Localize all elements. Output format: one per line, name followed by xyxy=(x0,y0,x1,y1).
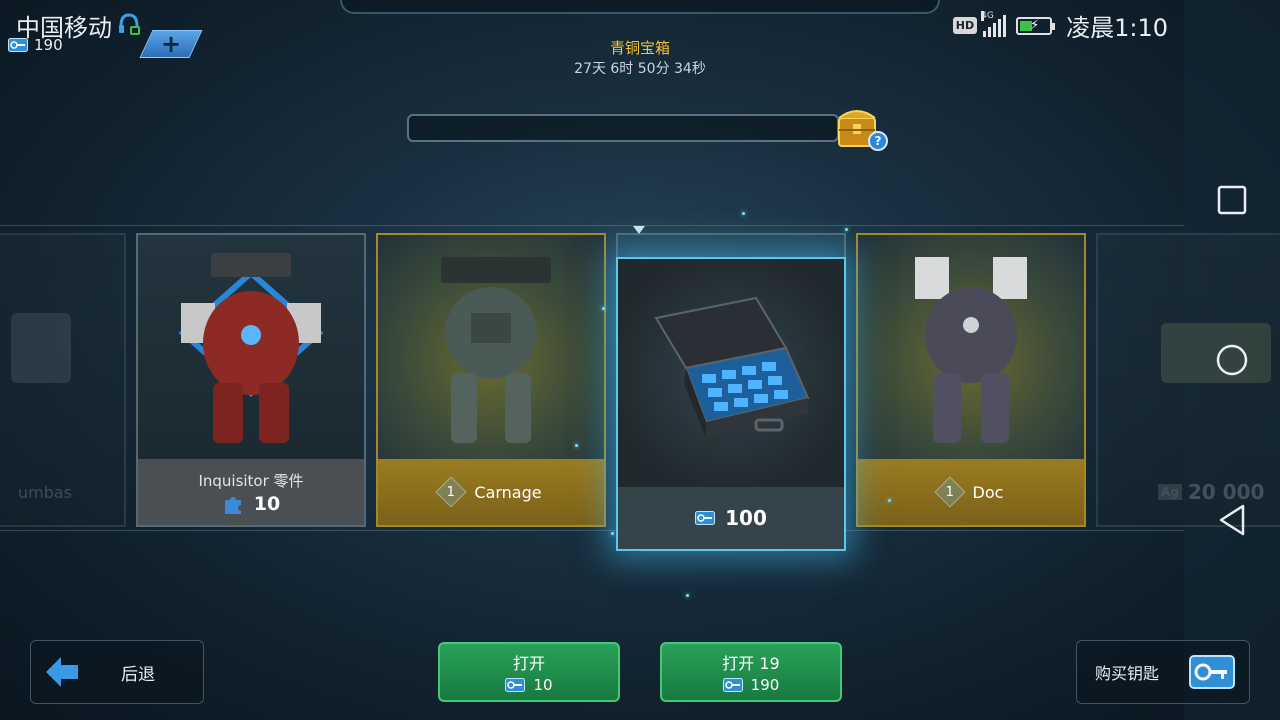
open-multi-cost: 190 xyxy=(722,676,780,694)
back-nav-icon[interactable] xyxy=(1212,500,1252,540)
sparkle xyxy=(686,594,689,597)
carousel-card-carnage[interactable]: 1 Carnage xyxy=(376,233,606,527)
key-icon xyxy=(695,511,716,525)
diamond-level-icon: 1 xyxy=(933,476,966,508)
network-type: 4G xyxy=(981,10,994,21)
card-label: Doc xyxy=(972,482,1004,502)
open-multi-cost-value: 190 xyxy=(750,676,780,694)
sparkle xyxy=(742,212,745,215)
back-button[interactable]: 后退 xyxy=(30,640,204,704)
card-footer: 1 Doc xyxy=(858,459,1084,525)
sparkle xyxy=(888,499,891,502)
home-icon[interactable] xyxy=(1212,340,1252,380)
buy-keys-button[interactable]: 购买钥匙 xyxy=(1076,640,1250,704)
top-frame xyxy=(340,0,940,14)
hd-icon: HD xyxy=(952,17,978,34)
card-label: Carnage xyxy=(474,482,542,502)
keycard-icon xyxy=(1189,655,1235,689)
carousel-card-inquisitor[interactable]: Inquisitor 零件 10 xyxy=(136,233,366,527)
card-label: umbas xyxy=(17,482,72,502)
chest-progress-bar xyxy=(407,114,839,142)
battery-icon: ⚡ xyxy=(1016,16,1056,35)
carousel-card-doc[interactable]: 1 Doc xyxy=(856,233,1086,527)
help-icon[interactable]: ? xyxy=(868,131,888,151)
sparkle xyxy=(611,532,614,535)
open-multi-label: 打开 19 xyxy=(722,654,780,673)
carousel-card-right-faded[interactable]: Ag 20 000 xyxy=(1096,233,1280,527)
card-footer: Inquisitor 零件 10 xyxy=(138,459,364,525)
sparkle xyxy=(575,444,578,447)
robot-art xyxy=(0,235,124,461)
selector-frame xyxy=(616,233,846,259)
open-one-label: 打开 xyxy=(512,654,545,673)
silver-icon: Ag xyxy=(1158,484,1182,500)
card-footer: Ag 20 000 xyxy=(1098,459,1280,525)
diamond-level-icon: 1 xyxy=(435,476,467,508)
parts-cost: 10 xyxy=(222,493,280,515)
puzzle-icon xyxy=(224,496,241,514)
open-multi-button[interactable]: 打开 19 190 xyxy=(660,642,842,702)
robot-art xyxy=(858,235,1084,461)
robot-art xyxy=(138,235,364,461)
open-one-cost: 10 xyxy=(505,676,553,694)
card-label: Inquisitor 零件 xyxy=(198,471,304,490)
open-one-button[interactable]: 打开 10 xyxy=(438,642,620,702)
keys-amount: 100 xyxy=(725,506,767,530)
signal-icon: 4G xyxy=(981,10,1007,37)
robot-art xyxy=(378,235,604,461)
selector-pointer xyxy=(633,226,645,234)
sparkle xyxy=(602,307,605,310)
robot-level: 1 xyxy=(945,484,954,500)
keys-case-art xyxy=(618,259,844,487)
card-footer: 1 Carnage xyxy=(378,459,604,525)
chest-title: 青铜宝箱 xyxy=(609,39,670,57)
back-button-label: 后退 xyxy=(121,664,155,685)
key-icon xyxy=(722,678,743,692)
parts-amount: 10 xyxy=(253,492,281,515)
back-arrow-icon xyxy=(31,655,93,689)
recent-apps-icon[interactable] xyxy=(1212,180,1252,220)
carousel-card-left-faded[interactable]: umbas xyxy=(0,233,126,527)
chest-timer: 27天 6时 50分 34秒 xyxy=(574,61,706,77)
silver-art xyxy=(1098,235,1280,461)
open-one-cost-value: 10 xyxy=(533,676,553,694)
carousel-card-featured-keys[interactable]: 100 xyxy=(616,257,846,551)
robot-level: 1 xyxy=(447,484,456,500)
buy-keys-label: 购买钥匙 xyxy=(1095,664,1160,683)
key-icon xyxy=(505,678,526,692)
card-footer: 100 xyxy=(618,487,844,549)
sparkle xyxy=(845,228,848,231)
headset-icon xyxy=(119,13,140,35)
